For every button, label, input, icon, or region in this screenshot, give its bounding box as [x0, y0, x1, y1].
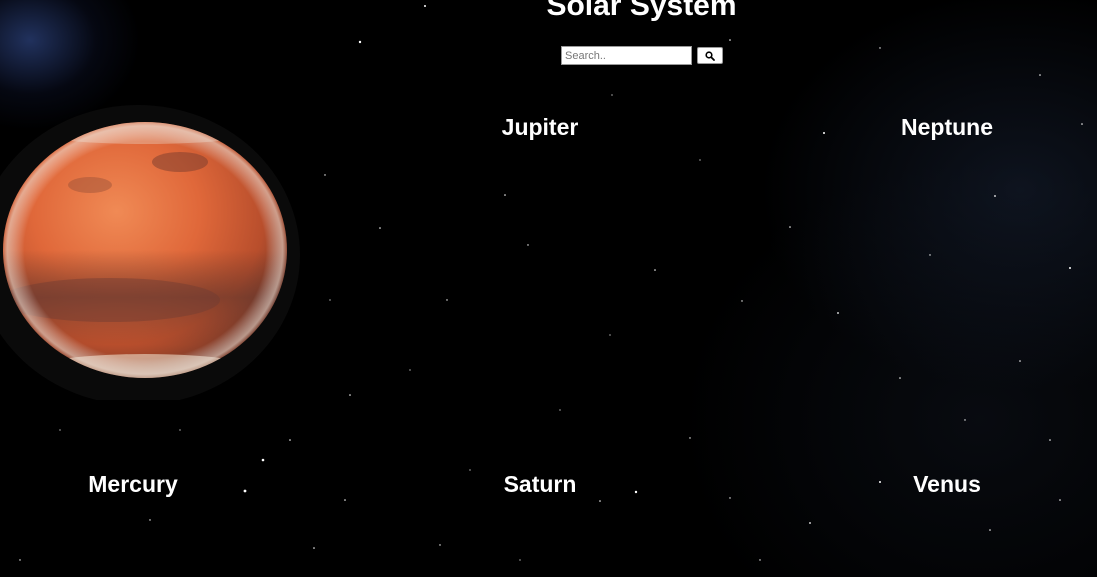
search-button[interactable]: [697, 47, 723, 64]
search-icon: [705, 50, 715, 61]
planet-link-jupiter[interactable]: Jupiter: [440, 113, 640, 141]
planet-link-venus[interactable]: Venus: [847, 470, 1047, 498]
planet-link-neptune[interactable]: Neptune: [847, 113, 1047, 141]
planet-link-mercury[interactable]: Mercury: [33, 470, 233, 498]
page-root: Solar System Search.. Jupiter Neptune Me…: [0, 0, 1097, 577]
page-title: Solar System: [546, 0, 737, 22]
mars-planet-image[interactable]: [0, 100, 310, 400]
search-bar: [561, 46, 723, 65]
planet-link-saturn[interactable]: Saturn: [440, 470, 640, 498]
search-input[interactable]: [561, 46, 692, 65]
